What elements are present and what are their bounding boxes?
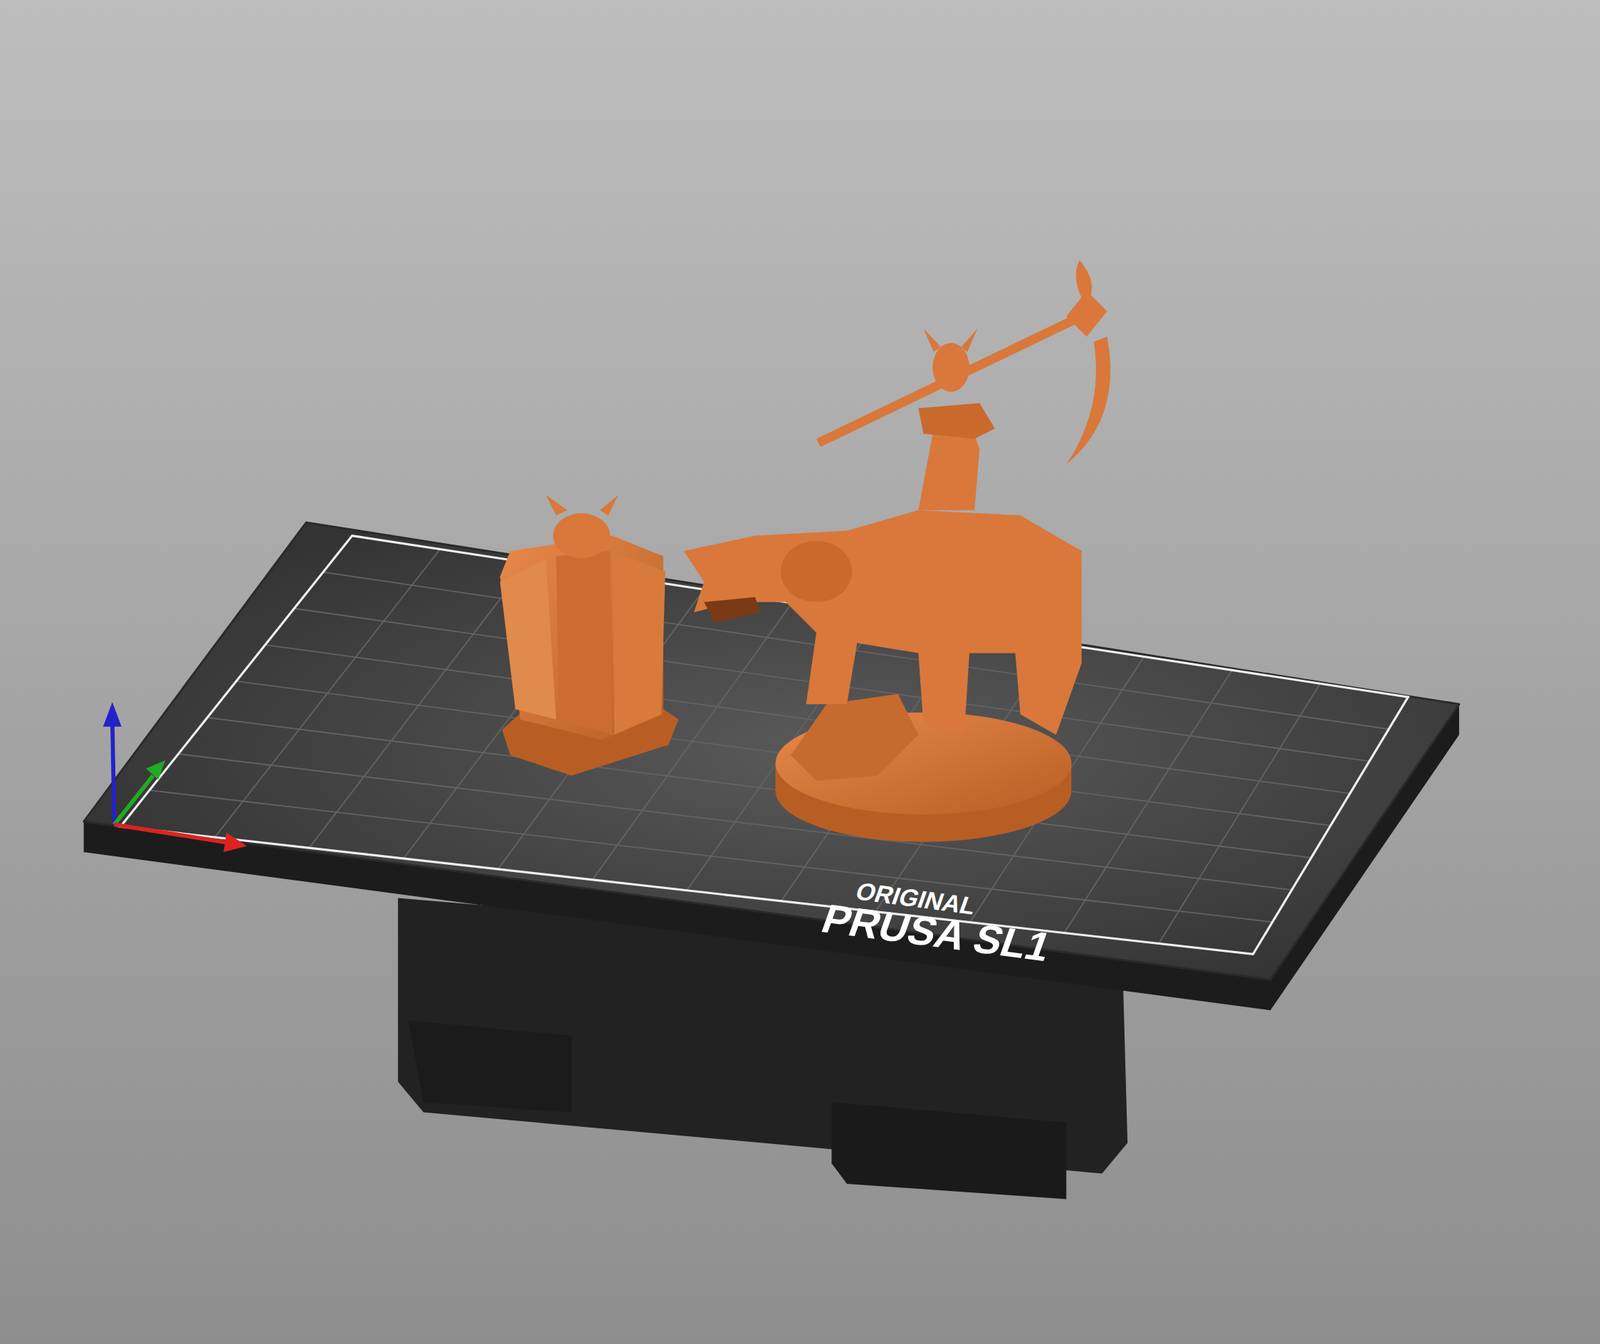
bed-logo: ORIGINALPRUSA SL1 bbox=[816, 874, 1065, 969]
axes-icon bbox=[103, 701, 247, 852]
scene[interactable]: ORIGINALPRUSA SL1 bbox=[0, 0, 1600, 1344]
logo-line: PRUSA SL1 bbox=[816, 896, 1057, 970]
3d-viewport[interactable]: ORIGINALPRUSA SL1 bbox=[0, 0, 1600, 1344]
skeleton-rider-model[interactable] bbox=[683, 260, 1112, 842]
shield-model[interactable] bbox=[500, 494, 680, 776]
